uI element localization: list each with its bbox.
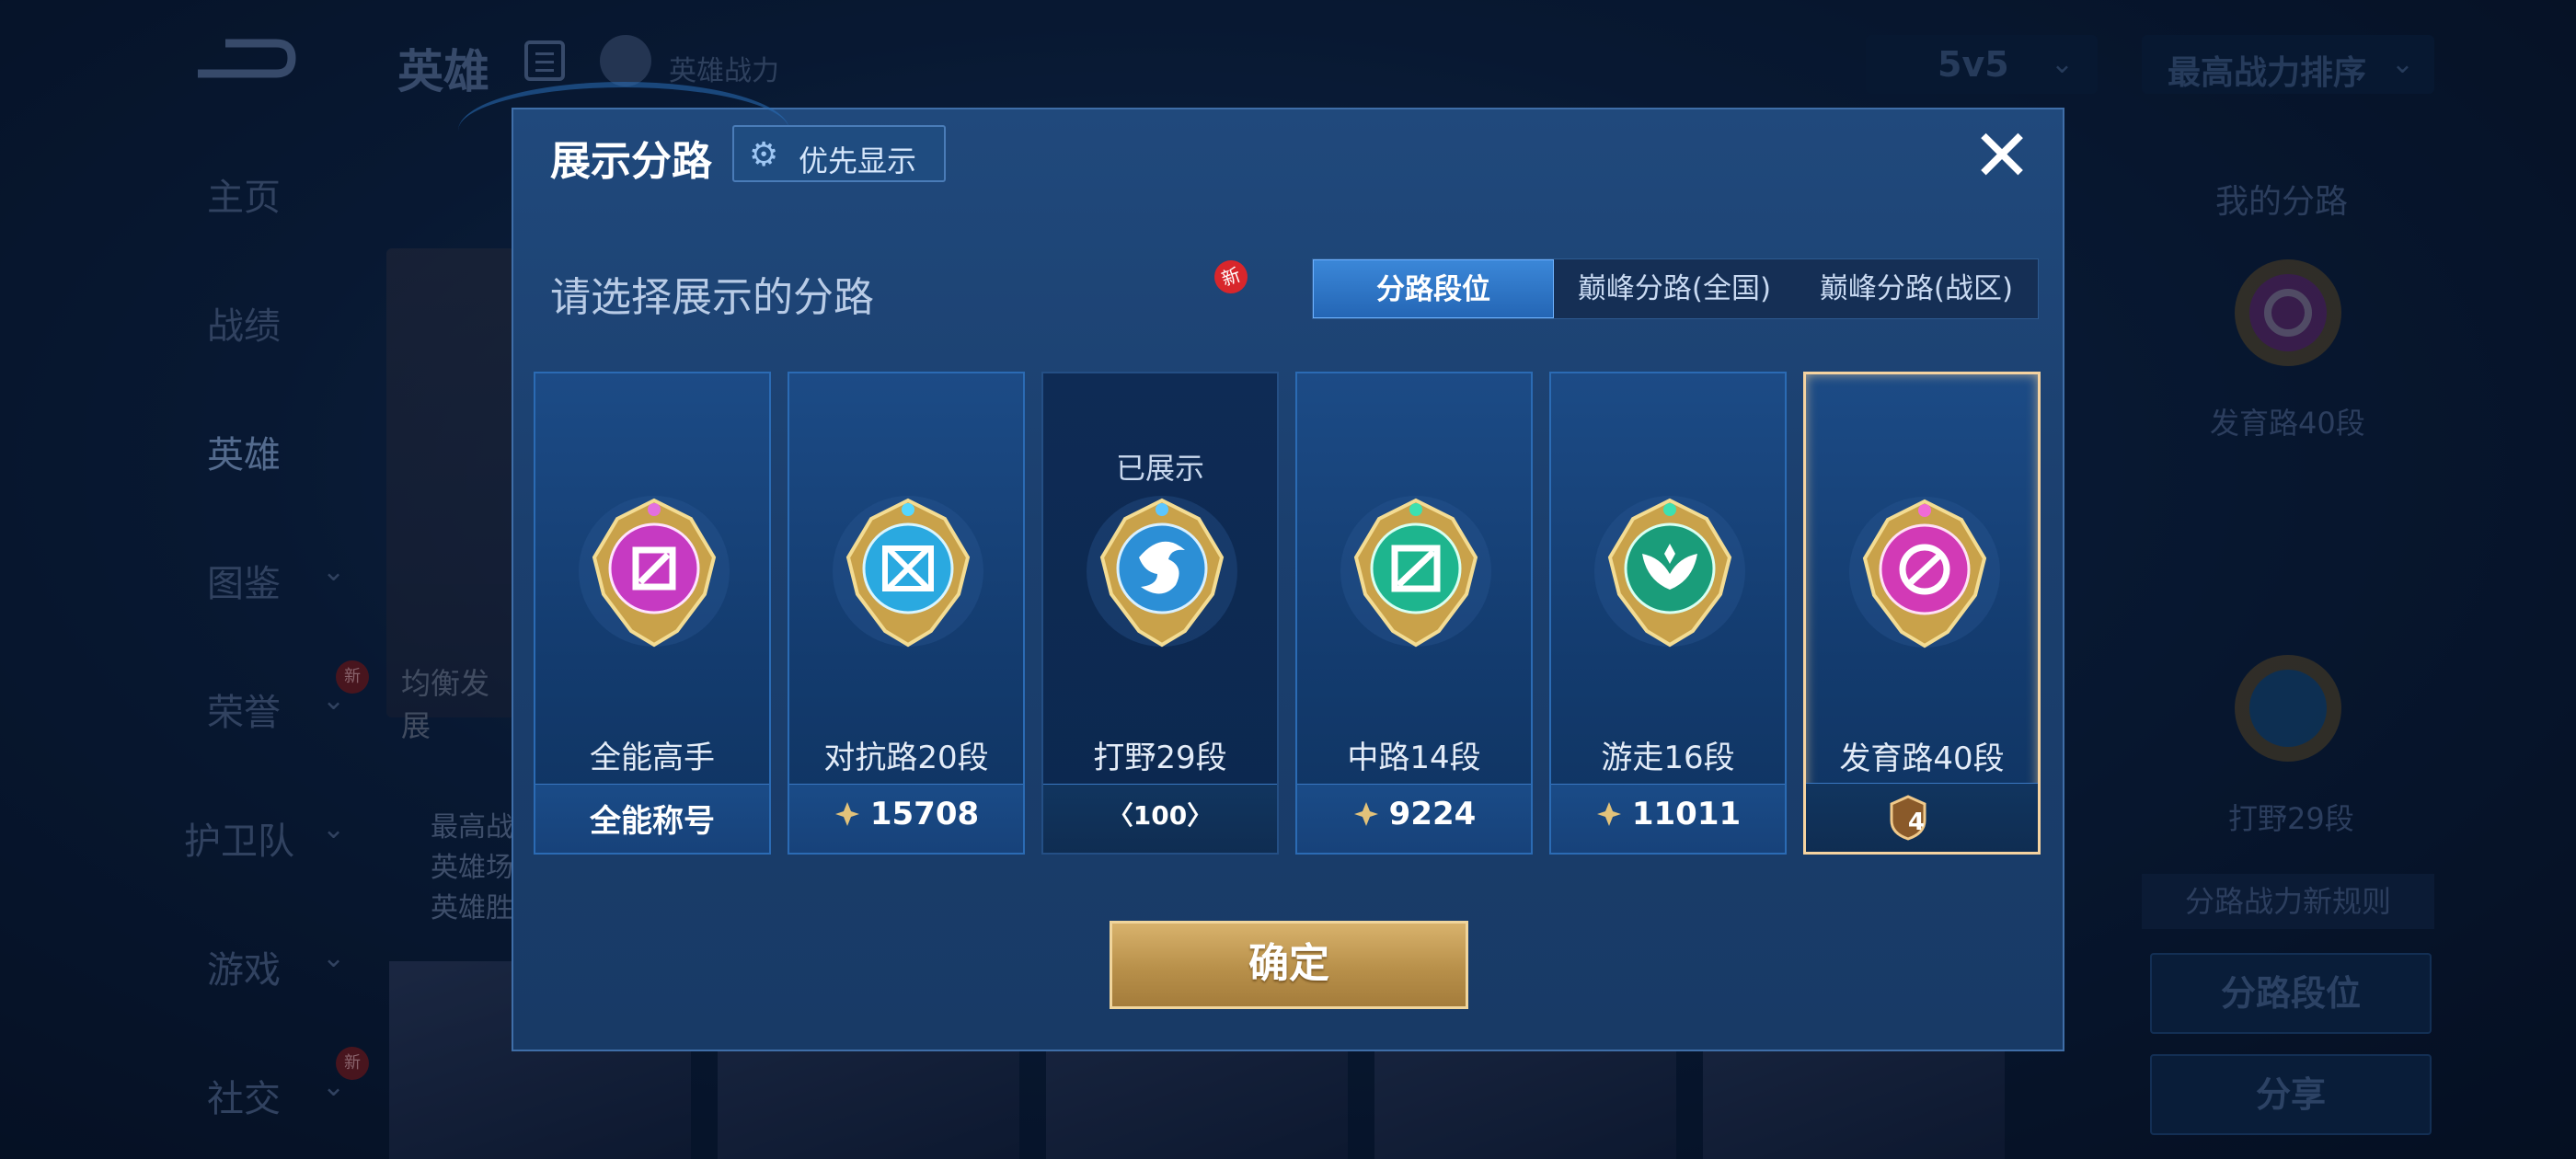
tab-peak-national[interactable]: 巅峰分路(全国): [1554, 259, 1795, 318]
lane-card-value: 〈100〉: [1107, 800, 1213, 831]
tab-peak-region[interactable]: 巅峰分路(战区): [1795, 259, 2038, 318]
dialog-title: 展示分路: [550, 138, 712, 185]
lane-card-footer: 4: [1806, 783, 2038, 852]
lane-card-name: 中路14段: [1347, 740, 1481, 776]
lane-card-footer: 全能称号: [535, 784, 769, 853]
all-round-emblem-icon: [579, 496, 730, 648]
lane-tabs: 分路段位 巅峰分路(全国) 巅峰分路(战区): [1312, 258, 2039, 319]
lane-card-value: 9224: [1297, 796, 1531, 832]
lane-card-value-text: 9224: [1388, 796, 1477, 832]
gear-icon: ⚙: [749, 136, 779, 174]
lane-card-value: 15708: [789, 796, 1023, 832]
power-points-icon: [834, 802, 859, 826]
mid-lane-emblem-icon: [1340, 496, 1491, 648]
lane-card-roam[interactable]: 游走16段 11011: [1549, 372, 1787, 855]
farm-lane-emblem-icon: [1849, 497, 2000, 648]
dialog-subtitle: 请选择展示的分路: [550, 274, 874, 321]
lane-card-footer: 15708: [789, 784, 1023, 853]
lane-card-all-round[interactable]: 全能高手 全能称号: [534, 372, 771, 855]
lane-card-name: 发育路40段: [1839, 740, 2005, 777]
lane-card-value: 全能称号: [590, 803, 715, 840]
lane-card-name: 游走16段: [1601, 740, 1735, 776]
lane-card-value-text: 15708: [869, 796, 980, 832]
lane-card-name: 全能高手: [590, 740, 715, 776]
power-points-icon: [1596, 802, 1621, 826]
priority-display-label: 优先显示: [799, 143, 917, 178]
confirm-button[interactable]: 确定: [1110, 921, 1468, 1009]
close-icon[interactable]: ✕: [1967, 120, 2037, 193]
lane-card-clash[interactable]: 对抗路20段 15708: [788, 372, 1025, 855]
display-lane-dialog: 展示分路 ⚙ 优先显示 ✕ 请选择展示的分路 分路段位 巅峰分路(全国) 巅峰分…: [458, 82, 2064, 1051]
lane-card-farm[interactable]: 发育路40段 4: [1803, 372, 2041, 855]
displayed-status: 已展示: [1115, 451, 1204, 486]
new-badge: 新: [1209, 255, 1253, 299]
lane-card-value-text: 100: [1133, 800, 1188, 831]
power-points-icon: [1353, 802, 1378, 826]
lane-card-jungle[interactable]: 已展示 打野29段 〈100〉: [1041, 372, 1279, 855]
lane-card-value: 11011: [1551, 796, 1785, 832]
lane-card-footer: 11011: [1551, 784, 1785, 853]
lane-card-name: 打野29段: [1093, 740, 1227, 776]
lane-card-footer: 9224: [1297, 784, 1531, 853]
lane-card-name: 对抗路20段: [823, 740, 989, 776]
lane-card-value-text: 11011: [1631, 796, 1742, 832]
lane-card-list: 全能高手 全能称号 对抗路20段 15708 已展示 打野29段 〈100〉 中…: [534, 372, 2042, 855]
jungle-emblem-icon: [1087, 496, 1237, 648]
lane-card-value: 4: [1806, 795, 2038, 841]
lane-card-footer: 〈100〉: [1043, 784, 1277, 853]
lane-card-mid[interactable]: 中路14段 9224: [1295, 372, 1533, 855]
lane-card-value-text: 4: [1907, 809, 1925, 836]
roam-emblem-icon: [1594, 496, 1745, 648]
priority-display-button[interactable]: ⚙ 优先显示: [732, 125, 946, 182]
clash-lane-emblem-icon: [833, 496, 983, 648]
tab-lane-rank[interactable]: 分路段位: [1313, 259, 1554, 318]
